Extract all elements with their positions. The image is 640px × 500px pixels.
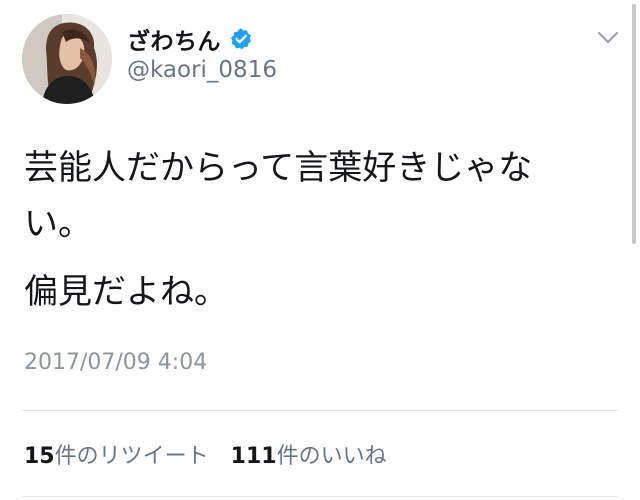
tweet-paragraph: 芸能人だからって言葉好きじゃない。	[24, 148, 533, 244]
user-handle[interactable]: @kaori_0816	[127, 57, 277, 83]
divider	[22, 496, 618, 497]
tweet-timestamp[interactable]: 2017/07/09 4:04	[24, 350, 207, 375]
like-count-link[interactable]: 111件のいいね	[231, 438, 387, 470]
tweet-stats: 15件のリツイート 111件のいいね	[24, 438, 387, 470]
verified-badge-icon	[229, 27, 253, 51]
chevron-down-icon[interactable]	[594, 28, 622, 48]
avatar[interactable]	[22, 14, 112, 104]
tweet-text: 芸能人だからって言葉好きじゃない。 偏見だよね。	[24, 140, 594, 320]
tweet-paragraph: 偏見だよね。	[24, 272, 228, 312]
tweet-detail: ざわちん @kaori_0816 芸能人だからって言葉好きじゃない。 偏見だよね…	[0, 0, 640, 500]
retweet-count-link[interactable]: 15件のリツイート	[24, 438, 209, 470]
scrollbar[interactable]	[632, 4, 636, 244]
like-label: 件のいいね	[276, 444, 387, 469]
divider	[22, 410, 618, 411]
retweet-count: 15	[24, 444, 55, 469]
name-row: ざわちん	[127, 22, 253, 56]
retweet-label: 件のリツイート	[54, 444, 209, 469]
display-name[interactable]: ざわちん	[127, 22, 221, 56]
like-count: 111	[230, 444, 277, 469]
